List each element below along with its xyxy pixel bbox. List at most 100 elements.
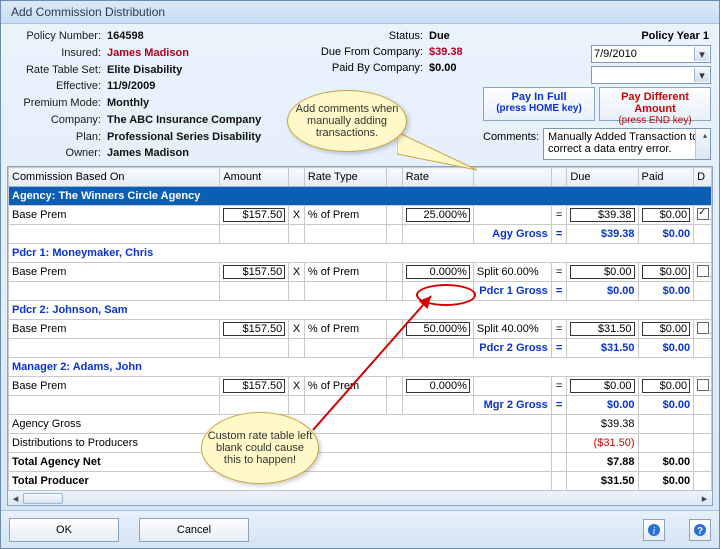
company: The ABC Insurance Company (107, 114, 309, 127)
teq (551, 434, 567, 453)
cell-rate-type[interactable]: % of Prem (304, 206, 386, 225)
callout-arrow-icon (301, 288, 451, 438)
scroll-thumb[interactable] (23, 493, 63, 504)
col-commission-based-on[interactable]: Commission Based On (9, 168, 220, 187)
cell-d-checkbox[interactable] (694, 320, 712, 339)
due-from-label: Due From Company: (309, 46, 429, 58)
comments-text: Manually Added Transaction to correct a … (548, 131, 698, 155)
scroll-left-icon[interactable]: ◂ (8, 492, 23, 505)
horizontal-scrollbar[interactable]: ◂ ▸ (8, 490, 712, 505)
cell-paid[interactable]: $0.00 (638, 263, 694, 282)
total-due: $31.50 (567, 472, 638, 491)
policy-info: Policy Number: 164598 Insured: James Mad… (9, 30, 309, 160)
g1 (220, 282, 289, 301)
cell-paid[interactable]: $0.00 (638, 320, 694, 339)
scroll-right-icon[interactable]: ▸ (697, 492, 712, 505)
g10 (694, 396, 712, 415)
gross-paid: $0.00 (638, 339, 694, 358)
cell-eq: = (551, 320, 567, 339)
pay-different-button[interactable]: Pay Different Amount (press END key) (599, 87, 711, 121)
cell-amount[interactable]: $157.50 (220, 320, 289, 339)
cell-rate[interactable]: 25.000% (402, 206, 473, 225)
button-bar: OK Cancel i ? (1, 510, 719, 548)
comments-label: Comments: (483, 128, 543, 143)
svg-text:i: i (653, 526, 656, 537)
cell-rate-type[interactable]: % of Prem (304, 263, 386, 282)
cell-eq: = (551, 263, 567, 282)
cell-d-checkbox[interactable] (694, 206, 712, 225)
cell-paid[interactable]: $0.00 (638, 377, 694, 396)
cell-rate[interactable]: 0.000% (402, 263, 473, 282)
g1 (220, 225, 289, 244)
g0 (9, 282, 220, 301)
status-label: Status: (309, 30, 429, 42)
total-due: ($31.50) (567, 434, 638, 453)
cell-x: X (289, 206, 305, 225)
secondary-dropdown[interactable]: ▾ (591, 66, 711, 84)
col-rate-type[interactable]: Rate Type (304, 168, 386, 187)
g10 (694, 282, 712, 301)
plan: Professional Series Disability (107, 131, 309, 144)
cancel-button[interactable]: Cancel (139, 518, 249, 542)
cell-cbo[interactable]: Base Prem (9, 263, 220, 282)
titlebar: Add Commission Distribution (1, 1, 719, 24)
cell-eq: = (551, 206, 567, 225)
window-title: Add Commission Distribution (11, 5, 165, 19)
comments-textarea[interactable]: Manually Added Transaction to correct a … (543, 128, 711, 160)
g0 (9, 339, 220, 358)
cell-cbo[interactable]: Base Prem (9, 206, 220, 225)
table-row[interactable]: Base Prem$157.50X% of Prem0.000%Split 60… (9, 263, 712, 282)
col-due[interactable]: Due (567, 168, 638, 187)
cell-spacer (387, 206, 403, 225)
help-info-icon[interactable]: i (643, 519, 665, 541)
cell-amount[interactable]: $157.50 (220, 263, 289, 282)
cell-amount[interactable]: $157.50 (220, 206, 289, 225)
col-paid[interactable]: Paid (638, 168, 694, 187)
cell-due[interactable]: $0.00 (567, 377, 638, 396)
chevron-down-icon[interactable]: ▾ (694, 68, 709, 82)
total-paid (638, 415, 694, 434)
policy-number: 164598 (107, 30, 309, 43)
col-d[interactable]: D (694, 168, 712, 187)
cell-due[interactable]: $39.38 (567, 206, 638, 225)
cell-cbo[interactable]: Base Prem (9, 320, 220, 339)
col-amount[interactable]: Amount (220, 168, 289, 187)
effective: 11/9/2009 (107, 80, 309, 93)
gross-eq: = (551, 396, 567, 415)
gross-label: Pdcr 2 Gross (473, 339, 551, 358)
gross-eq: = (551, 339, 567, 358)
scroll-up-icon[interactable]: ▴ (703, 131, 707, 140)
section-header: Agency: The Winners Circle Agency (9, 187, 712, 206)
help-question-icon[interactable]: ? (689, 519, 711, 541)
total-paid: $0.00 (638, 472, 694, 491)
chevron-down-icon[interactable]: ▾ (694, 47, 709, 61)
commission-dialog: Add Commission Distribution Policy Numbe… (0, 0, 720, 549)
cell-d-checkbox[interactable] (694, 377, 712, 396)
effective-label: Effective: (9, 80, 107, 93)
date-picker[interactable]: 7/9/2010 ▾ (591, 45, 711, 63)
total-row: Total Producer$31.50$0.00 (9, 472, 712, 491)
cell-d-checkbox[interactable] (694, 263, 712, 282)
table-row[interactable]: Base Prem$157.50X% of Prem 25.000% =$39.38… (9, 206, 712, 225)
gross-eq: = (551, 282, 567, 301)
td (694, 415, 712, 434)
td (694, 453, 712, 472)
company-label: Company: (9, 114, 107, 127)
cell-amount[interactable]: $157.50 (220, 377, 289, 396)
callout-comments: Add comments when manually adding transa… (287, 90, 407, 152)
cell-cbo[interactable]: Base Prem (9, 377, 220, 396)
ok-button[interactable]: OK (9, 518, 119, 542)
g4 (387, 225, 403, 244)
cell-due[interactable]: $31.50 (567, 320, 638, 339)
teq (551, 415, 567, 434)
policy-number-label: Policy Number: (9, 30, 107, 43)
g10 (694, 339, 712, 358)
pay-in-full-button[interactable]: Pay In Full (press HOME key) (483, 87, 595, 121)
total-due: $39.38 (567, 415, 638, 434)
cell-paid[interactable]: $0.00 (638, 206, 694, 225)
gross-paid: $0.00 (638, 396, 694, 415)
gross-paid: $0.00 (638, 282, 694, 301)
cell-due[interactable]: $0.00 (567, 263, 638, 282)
total-paid (638, 434, 694, 453)
right-panel: Policy Year 1 7/9/2010 ▾ ▾ Pay In Full (479, 30, 711, 160)
